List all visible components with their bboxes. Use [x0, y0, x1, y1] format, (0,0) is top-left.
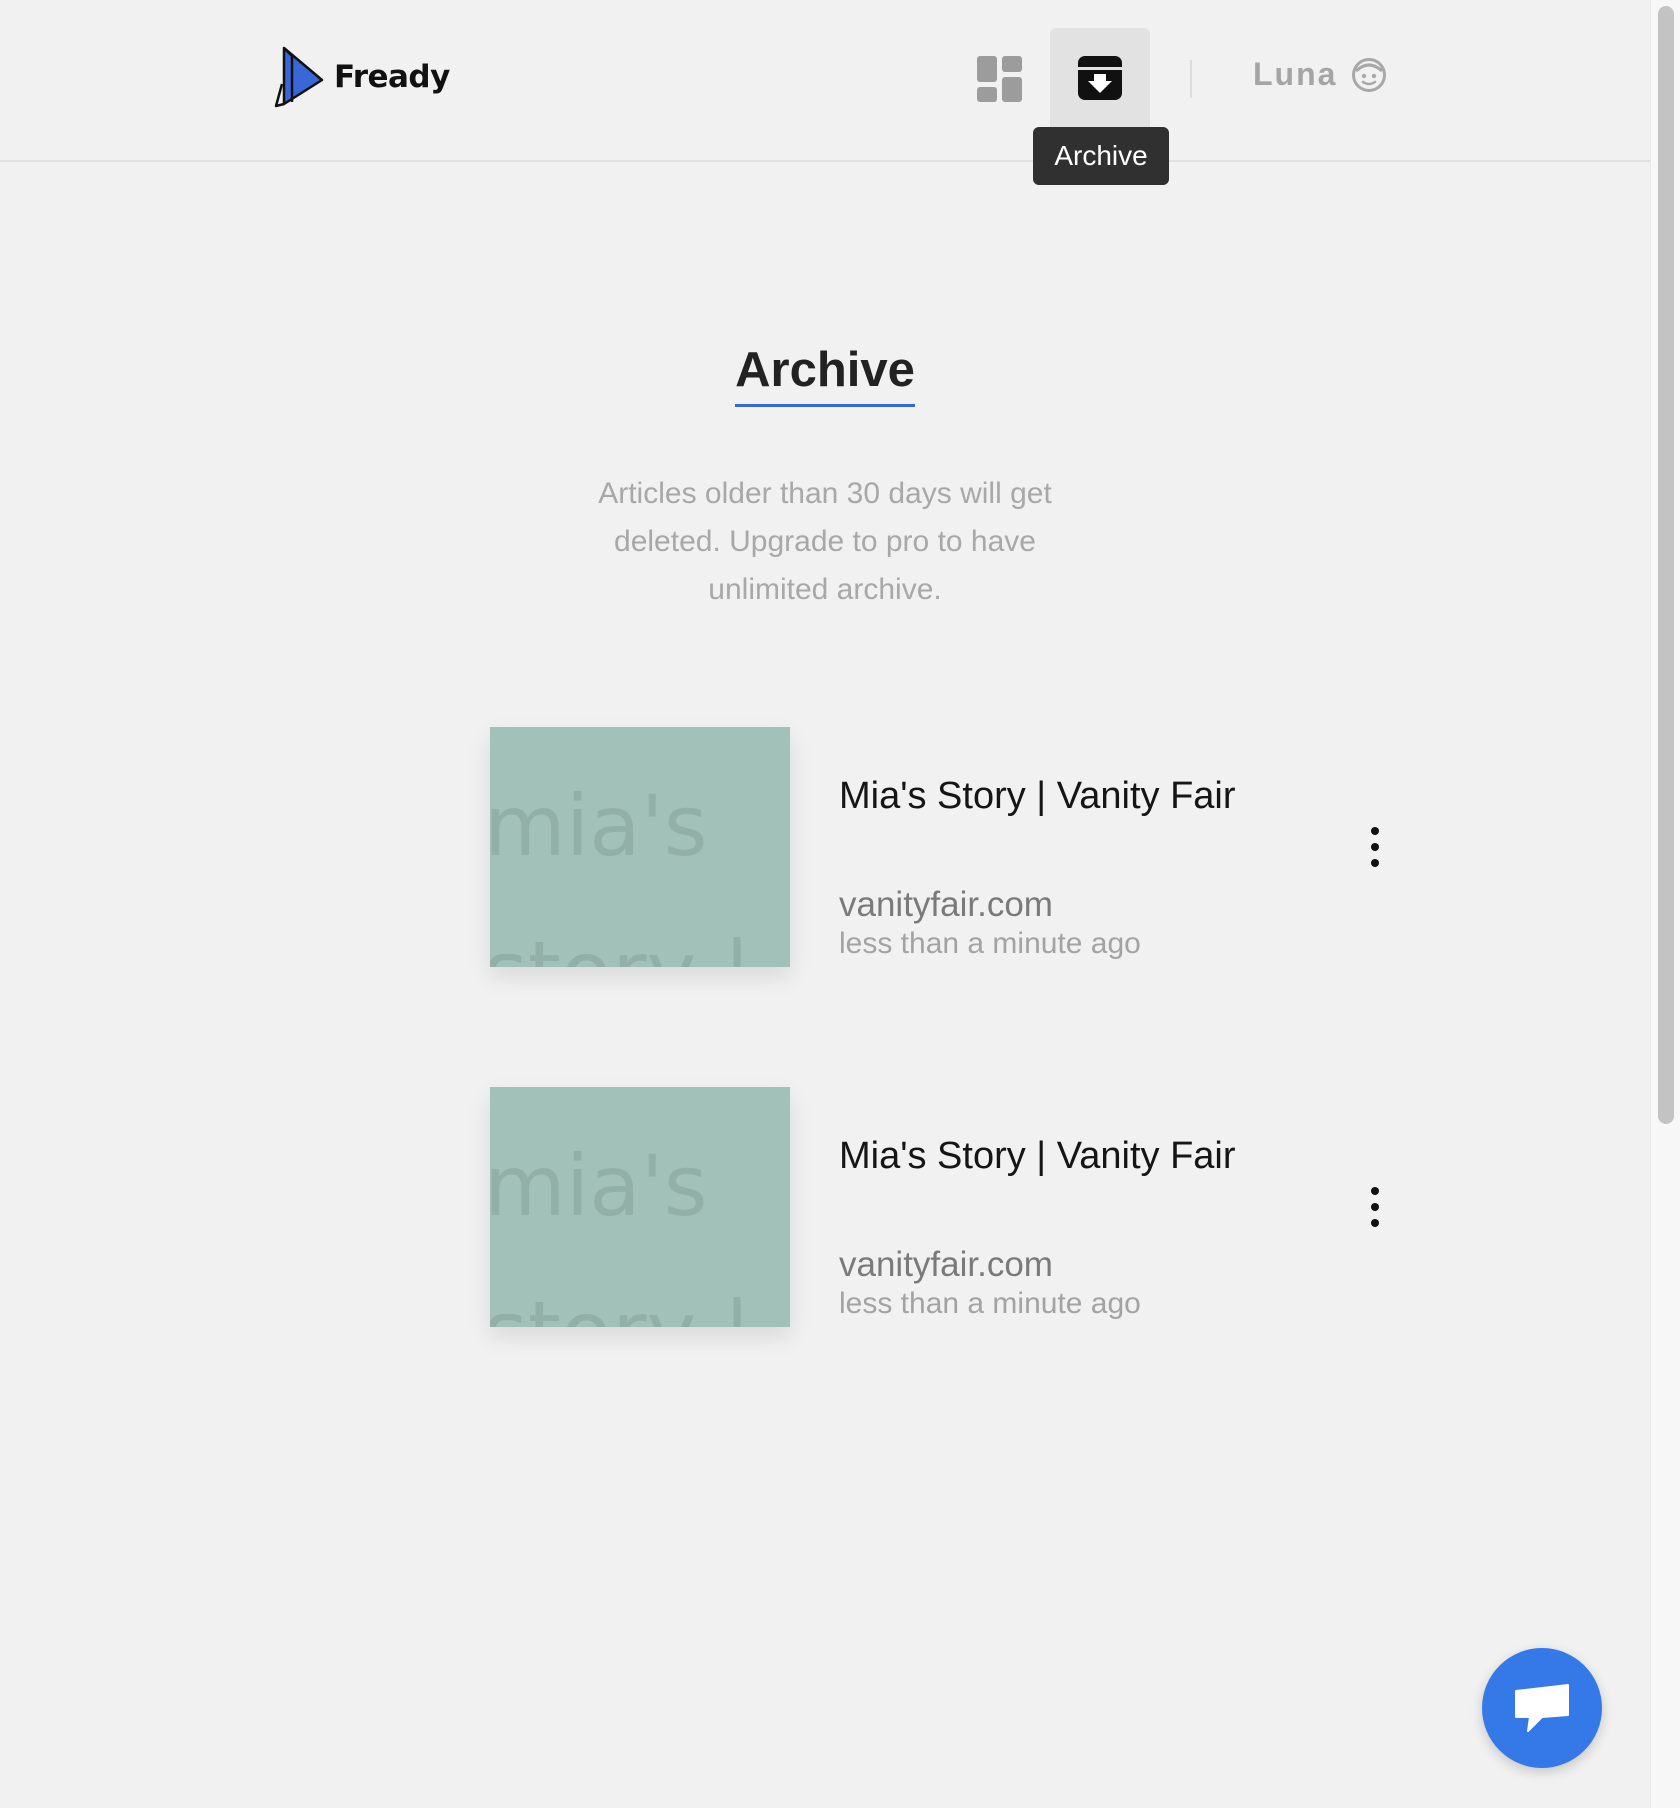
- article-item[interactable]: mia's story | Mia's Story | Vanity Fair …: [490, 727, 1410, 967]
- article-time: less than a minute ago: [839, 927, 1141, 960]
- menu-dot: [1371, 1187, 1379, 1195]
- menu-dot: [1371, 1203, 1379, 1211]
- brand-name: Fready: [334, 59, 450, 95]
- scrollbar-thumb[interactable]: [1658, 6, 1674, 1124]
- fready-logo-icon: [274, 46, 324, 108]
- article-thumbnail[interactable]: mia's story |: [490, 727, 790, 967]
- article-thumbnail[interactable]: mia's story |: [490, 1087, 790, 1327]
- archive-icon: [1078, 56, 1122, 100]
- chat-bubble-icon: [1515, 1684, 1569, 1732]
- article-domain: vanityfair.com: [839, 1245, 1053, 1284]
- user-menu[interactable]: Luna: [1253, 56, 1387, 93]
- page-title-wrap: Archive: [0, 338, 1650, 407]
- article-item[interactable]: mia's story | Mia's Story | Vanity Fair …: [490, 1087, 1410, 1327]
- dashboard-icon: [977, 56, 1022, 102]
- top-header: Fready Luna: [0, 0, 1650, 162]
- nav-archive-button[interactable]: [1050, 28, 1150, 128]
- user-name: Luna: [1253, 56, 1338, 92]
- article-title[interactable]: Mia's Story | Vanity Fair: [839, 1135, 1236, 1178]
- nav-dashboard-button[interactable]: [970, 49, 1030, 109]
- nav-divider: [1190, 60, 1192, 98]
- article-title[interactable]: Mia's Story | Vanity Fair: [839, 775, 1236, 818]
- more-vertical-icon[interactable]: [1360, 827, 1390, 867]
- brand-link[interactable]: Fready: [270, 44, 450, 110]
- thumbnail-text: mia's story |: [490, 777, 751, 967]
- menu-dot: [1371, 843, 1379, 851]
- article-time: less than a minute ago: [839, 1287, 1141, 1320]
- menu-dot: [1371, 859, 1379, 867]
- page-title: Archive: [735, 338, 915, 407]
- article-domain: vanityfair.com: [839, 885, 1053, 924]
- menu-dot: [1371, 1219, 1379, 1227]
- thumbnail-text: mia's story |: [490, 1137, 751, 1327]
- smiley-face-icon: [1352, 57, 1387, 92]
- archive-tooltip: Archive: [1033, 127, 1169, 185]
- chat-button[interactable]: [1482, 1648, 1602, 1768]
- scrollbar[interactable]: [1650, 0, 1680, 1808]
- archive-notice: Articles older than 30 days will get del…: [598, 477, 1052, 606]
- archive-page: Fready Luna Archive Archive Articles old…: [0, 0, 1680, 1808]
- more-vertical-icon[interactable]: [1360, 1187, 1390, 1227]
- menu-dot: [1371, 827, 1379, 835]
